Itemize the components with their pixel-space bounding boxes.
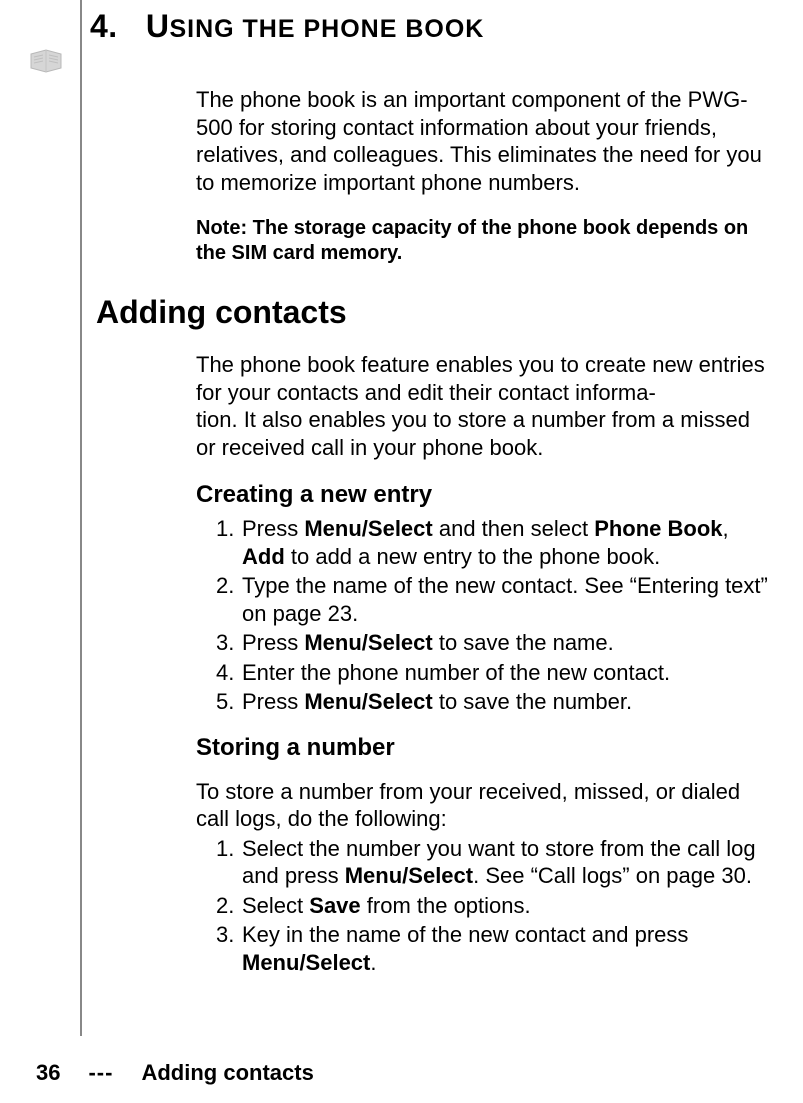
- list-number: 4.: [216, 659, 242, 687]
- list-number: 3.: [216, 629, 242, 657]
- subheading-creating: Creating a new entry: [196, 481, 771, 509]
- list-text: Key in the name of the new contact and p…: [242, 921, 771, 976]
- list-item: 5. Press Menu/Select to save the number.: [216, 688, 771, 716]
- list-text: Press Menu/Select to save the name.: [242, 629, 771, 657]
- footer-separator: ---: [88, 1060, 113, 1086]
- chapter-number: 4.: [90, 8, 118, 44]
- text-run: . See “Call logs” on page 30.: [473, 863, 752, 888]
- chapter-title-rest: SING THE PHONE BOOK: [169, 15, 484, 43]
- text-run: .: [370, 950, 376, 975]
- list-number: 5.: [216, 688, 242, 716]
- list-creating-entry: 1. Press Menu/Select and then select Pho…: [216, 515, 771, 716]
- list-text: Enter the phone number of the new contac…: [242, 659, 771, 687]
- text-run: Press: [242, 516, 304, 541]
- bold-run: Menu/Select: [304, 516, 432, 541]
- text-run: Press: [242, 630, 304, 655]
- list-text: Select Save from the options.: [242, 892, 771, 920]
- list-item: 2. Select Save from the options.: [216, 892, 771, 920]
- footer-title: Adding contacts: [141, 1060, 313, 1086]
- list-item: 4. Enter the phone number of the new con…: [216, 659, 771, 687]
- list-item: 3. Press Menu/Select to save the name.: [216, 629, 771, 657]
- text-run: from the options.: [361, 893, 531, 918]
- section-heading-adding: Adding contacts: [96, 294, 671, 331]
- text-run: and then select: [433, 516, 594, 541]
- bold-run: Add: [242, 544, 285, 569]
- bold-run: Phone Book: [594, 516, 722, 541]
- text-run: Key in the name of the new contact and p…: [242, 922, 688, 947]
- list-item: 1. Press Menu/Select and then select Pho…: [216, 515, 771, 570]
- subheading-storing: Storing a number: [196, 734, 771, 762]
- bold-run: Menu/Select: [345, 863, 473, 888]
- list-text: Press Menu/Select and then select Phone …: [242, 515, 771, 570]
- list-item: 2. Type the name of the new contact. See…: [216, 572, 771, 627]
- list-item: 3. Key in the name of the new contact an…: [216, 921, 771, 976]
- sub2-paragraph: To store a number from your received, mi…: [196, 778, 771, 833]
- page-footer: 36 --- Adding contacts: [36, 1060, 314, 1086]
- bold-run: Menu/Select: [304, 689, 432, 714]
- list-text: Type the name of the new contact. See “E…: [242, 572, 771, 627]
- list-item: 1. Select the number you want to store f…: [216, 835, 771, 890]
- list-text: Select the number you want to store from…: [242, 835, 771, 890]
- list-text: Press Menu/Select to save the number.: [242, 688, 771, 716]
- list-number: 2.: [216, 572, 242, 627]
- text-run: to save the number.: [433, 689, 632, 714]
- chapter-title: 4. USING THE PHONE BOOK: [90, 8, 484, 45]
- phonebook-icon: [28, 46, 64, 79]
- list-number: 1.: [216, 835, 242, 890]
- body-column: The phone book is an important component…: [196, 86, 771, 994]
- section1-paragraph: The phone book feature enables you to cr…: [196, 351, 771, 461]
- list-number: 3.: [216, 921, 242, 976]
- list-number: 2.: [216, 892, 242, 920]
- text-run: to save the name.: [433, 630, 614, 655]
- note-paragraph: Note: The storage capacity of the phone …: [196, 216, 771, 266]
- margin-rule: [80, 0, 82, 1036]
- page-number: 36: [36, 1060, 60, 1086]
- list-storing-number: 1. Select the number you want to store f…: [216, 835, 771, 977]
- chapter-title-first: U: [146, 8, 170, 44]
- text-run: Select: [242, 893, 309, 918]
- text-run: ,: [723, 516, 729, 541]
- bold-run: Menu/Select: [242, 950, 370, 975]
- list-number: 1.: [216, 515, 242, 570]
- intro-paragraph: The phone book is an important component…: [196, 86, 771, 196]
- bold-run: Menu/Select: [304, 630, 432, 655]
- text-run: Press: [242, 689, 304, 714]
- bold-run: Save: [309, 893, 360, 918]
- text-run: to add a new entry to the phone book.: [285, 544, 661, 569]
